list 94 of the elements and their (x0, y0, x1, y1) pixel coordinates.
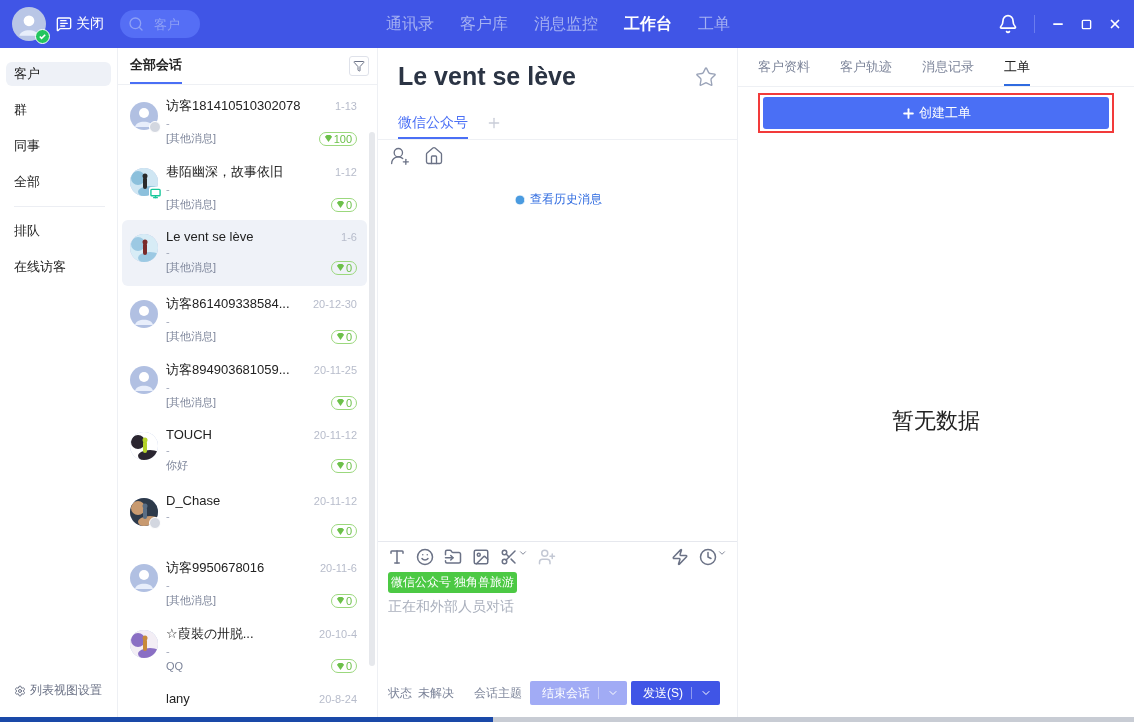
subtitle: - (166, 314, 170, 329)
message-time: 20-11-12 (313, 494, 357, 507)
conversation-item[interactable]: D_Chase 20-11-12 - 0 (122, 484, 367, 550)
chat-title: Le vent se lève (398, 62, 576, 91)
message-time: 20-10-4 (319, 628, 357, 640)
detail-tab[interactable]: 消息记录 (922, 58, 974, 86)
sidebar-item[interactable]: 全部 (6, 170, 111, 194)
message-time: 20-8-24 (319, 692, 357, 705)
sidebar-item[interactable]: 在线访客 (6, 255, 111, 279)
folder-icon[interactable] (444, 548, 462, 566)
message-time: 20-11-25 (313, 364, 357, 376)
avatar (130, 366, 158, 394)
status-value: 未解决 (418, 684, 454, 702)
sidebar-item[interactable]: 客户 (6, 62, 111, 86)
avatar (130, 300, 158, 328)
subtitle: - (166, 578, 170, 593)
subtitle: - (166, 509, 170, 524)
detail-tab[interactable]: 客户轨迹 (840, 58, 892, 86)
avatar (130, 102, 158, 130)
conversation-item[interactable]: TOUCH 20-11-12 - 你好 0 (122, 418, 367, 484)
contact-name: D_Chase (166, 493, 221, 508)
subtitle: - (166, 380, 170, 395)
maximize-icon[interactable] (1081, 18, 1092, 30)
message-time: 20-12-30 (312, 298, 357, 310)
subtitle: - (166, 443, 170, 458)
channel-tab[interactable]: 微信公众号 (398, 114, 468, 139)
scissors-icon[interactable] (500, 548, 528, 566)
contact-name: 访客894903681059... (166, 361, 290, 379)
house-icon[interactable] (424, 146, 444, 166)
sidebar-item[interactable]: 排队 (6, 219, 111, 243)
empty-message: 暂无数据 (892, 407, 980, 435)
list-tab[interactable]: 全部会话 (130, 56, 182, 84)
detail-tab[interactable]: 客户资料 (758, 58, 810, 86)
subtitle: - (166, 644, 170, 659)
contact-name: Le vent se lève (166, 229, 254, 244)
contact-name: ☆葭裝の卅脱... (166, 625, 254, 643)
scrollbar[interactable] (369, 132, 375, 666)
image-icon[interactable] (472, 548, 490, 566)
close-chat-button[interactable]: 关闭 (54, 13, 106, 35)
message-preview: [其他消息] (166, 395, 217, 410)
status-label: 状态 (388, 684, 412, 702)
conversation-item[interactable]: 巷陌幽深，故事依旧 1-12 - [其他消息] 0 (122, 154, 367, 220)
channel-tag: 微信公众号 独角兽旅游 (388, 572, 518, 593)
plus-icon (901, 105, 916, 121)
message-preview: [其他消息] (166, 593, 217, 608)
user-plus-icon[interactable] (390, 146, 410, 166)
close-icon[interactable] (1108, 17, 1122, 31)
search-icon (128, 16, 144, 32)
send-button[interactable]: 发送(S) (631, 681, 720, 705)
sidebar-item[interactable]: 同事 (6, 134, 111, 158)
conversation-item[interactable]: lany 20-8-24 (122, 682, 367, 717)
conversation-item[interactable]: 访客861409338584... 20-12-30 - [其他消息] 0 (122, 286, 367, 352)
message-time: 20-11-12 (313, 428, 357, 441)
message-time: 1-13 (334, 100, 357, 112)
topic-label: 会话主题 (474, 684, 522, 702)
filter-button[interactable] (349, 56, 369, 76)
star-icon[interactable] (695, 65, 717, 88)
online-check-icon (35, 29, 50, 44)
filter-icon (353, 60, 365, 72)
subtitle: - (166, 116, 170, 131)
conversation-item[interactable]: 访客894903681059... 20-11-25 - [其他消息] 0 (122, 352, 367, 418)
nav-tab[interactable]: 工作台 (624, 13, 672, 35)
message-preview: [其他消息] (166, 260, 217, 275)
contact-name: 访客861409338584... (166, 295, 290, 313)
subtitle: - (166, 245, 170, 260)
message-preview: [其他消息] (166, 131, 217, 146)
message-icon (56, 16, 72, 32)
bell-icon[interactable] (998, 14, 1018, 34)
message-preview: 你好 (166, 458, 188, 473)
contact-name: 巷陌幽深，故事依旧 (166, 163, 283, 181)
message-time: 20-11-6 (319, 562, 357, 574)
contact-name: 访客181410510302078 (166, 97, 301, 115)
create-ticket-button[interactable]: 创建工单 (763, 97, 1109, 129)
avatar (130, 564, 158, 592)
message-time: 1-12 (334, 166, 357, 178)
smile-icon[interactable] (416, 548, 434, 566)
conversation-item[interactable]: 访客181410510302078 1-13 - [其他消息] 100 (122, 88, 367, 154)
history-link[interactable]: 查看历史消息 (507, 190, 608, 209)
contact-name: TOUCH (166, 427, 212, 442)
contact-name: 访客9950678016 (166, 559, 265, 577)
message-preview: [其他消息] (166, 197, 217, 212)
font-icon[interactable] (388, 548, 406, 566)
message-preview: [其他消息] (166, 329, 217, 344)
sidebar-item[interactable]: 群 (6, 98, 111, 122)
subtitle: - (166, 182, 170, 197)
gear-icon (14, 684, 26, 697)
avatar[interactable] (12, 7, 46, 41)
contact-name: lany (166, 691, 190, 706)
message-preview: QQ (166, 660, 184, 672)
conversation-item[interactable]: ☆葭裝の卅脱... 20-10-4 - QQ 0 (122, 616, 367, 682)
conversation-item[interactable]: 访客9950678016 20-11-6 - [其他消息] 0 (122, 550, 367, 616)
list-view-settings-button[interactable]: 列表视图设置 (6, 682, 111, 699)
detail-tab[interactable]: 工单 (1004, 58, 1030, 86)
lightning-icon[interactable] (671, 548, 689, 566)
